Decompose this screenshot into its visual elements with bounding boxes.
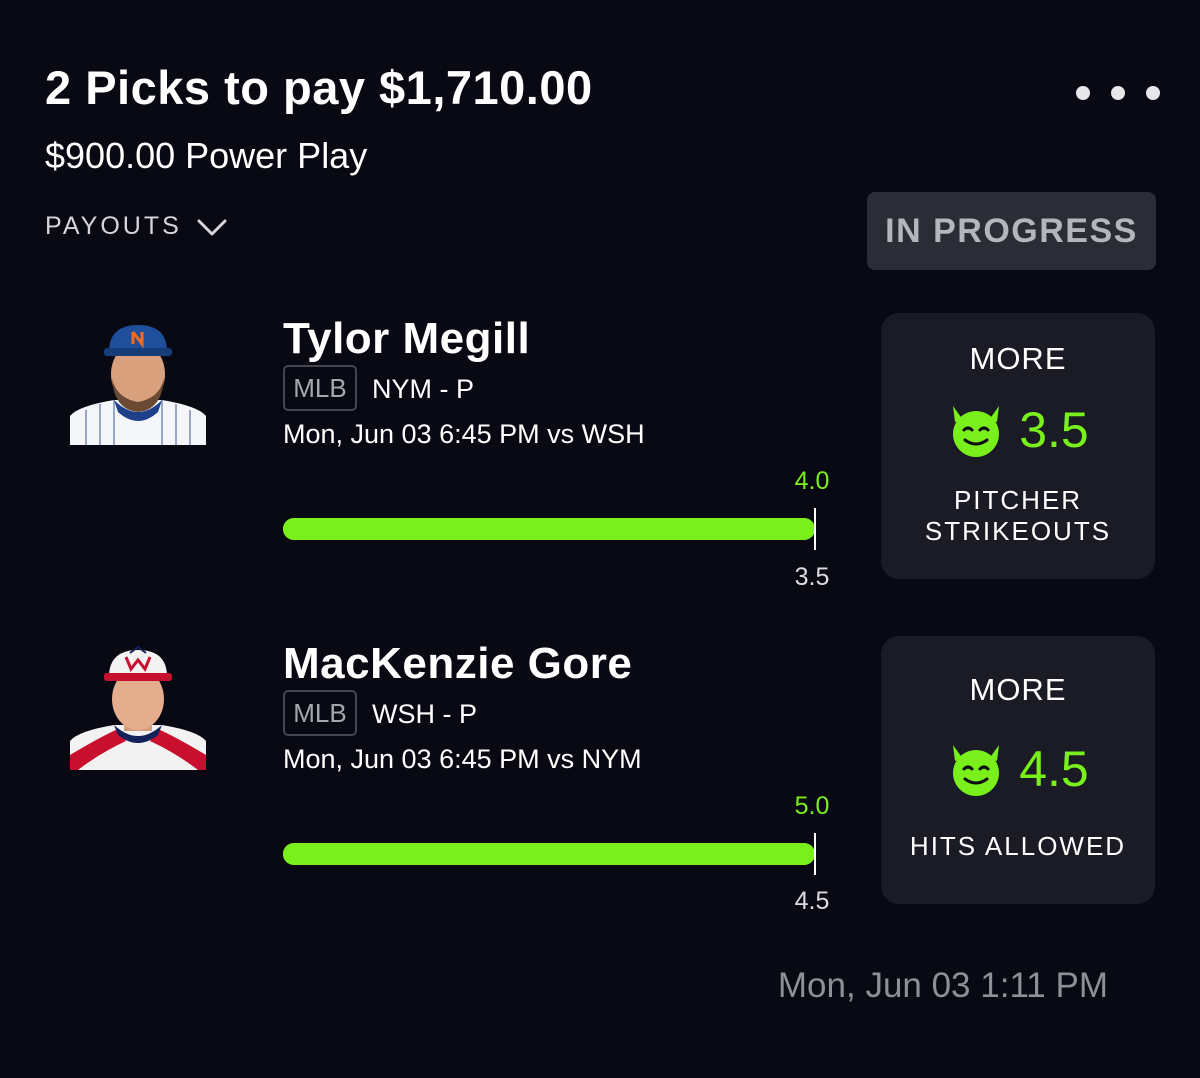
more-dot-icon (1076, 86, 1090, 100)
pick-direction: MORE (969, 672, 1067, 707)
stat-label: HITS ALLOWED (881, 831, 1155, 862)
more-dot-icon (1111, 86, 1125, 100)
pick-direction: MORE (969, 341, 1067, 376)
stat-label: PITCHER STRIKEOUTS (881, 485, 1155, 547)
player-avatar (70, 320, 206, 445)
line-marker (814, 833, 816, 875)
pick-line-value: 3.5 (1019, 402, 1089, 458)
line-value: 3.5 (794, 563, 830, 591)
more-dot-icon (1146, 86, 1160, 100)
game-info: Mon, Jun 03 6:45 PM vs WSH (283, 419, 645, 449)
team-position: NYM - P (372, 374, 475, 404)
league-tag: MLB (283, 365, 357, 411)
team-position: WSH - P (372, 699, 477, 729)
line-marker (814, 508, 816, 550)
stat-progress-bar (283, 518, 815, 540)
payouts-toggle[interactable]: PAYOUTS (45, 212, 228, 241)
stat-label-line: PITCHER (953, 485, 1083, 515)
timestamp: Mon, Jun 03 1:11 PM (777, 966, 1108, 1005)
current-stat-value: 5.0 (794, 792, 830, 820)
demon-icon (953, 406, 1000, 457)
player-name: Tylor Megill (283, 314, 531, 363)
line-value: 4.5 (794, 887, 830, 915)
more-options-button[interactable] (1070, 78, 1160, 108)
payouts-label: PAYOUTS (45, 212, 182, 240)
stat-progress-bar (283, 843, 815, 865)
stat-label-line: HITS ALLOWED (909, 831, 1127, 861)
pick-line-row: 3.5 (881, 401, 1155, 459)
demon-icon (953, 745, 1000, 796)
stat-label-line: STRIKEOUTS (924, 516, 1112, 546)
pick-line-row: 4.5 (881, 740, 1155, 798)
progress-fill (283, 843, 815, 865)
player-avatar (70, 645, 206, 770)
entry-title: 2 Picks to pay $1,710.00 (45, 61, 593, 114)
status-badge: IN PROGRESS (867, 192, 1156, 270)
game-info: Mon, Jun 03 6:45 PM vs NYM (283, 744, 642, 774)
player-name: MacKenzie Gore (283, 639, 633, 688)
pick-card[interactable]: MORE 3.5 PITCHER STRIKEOUTS (881, 313, 1155, 579)
current-stat-value: 4.0 (794, 467, 830, 495)
progress-fill (283, 518, 815, 540)
league-tag: MLB (283, 690, 357, 736)
chevron-down-icon (197, 219, 227, 235)
entry-subtitle: $900.00 Power Play (45, 135, 368, 176)
pick-line-value: 4.5 (1019, 741, 1089, 797)
pick-card[interactable]: MORE 4.5 HITS ALLOWED (881, 636, 1155, 904)
